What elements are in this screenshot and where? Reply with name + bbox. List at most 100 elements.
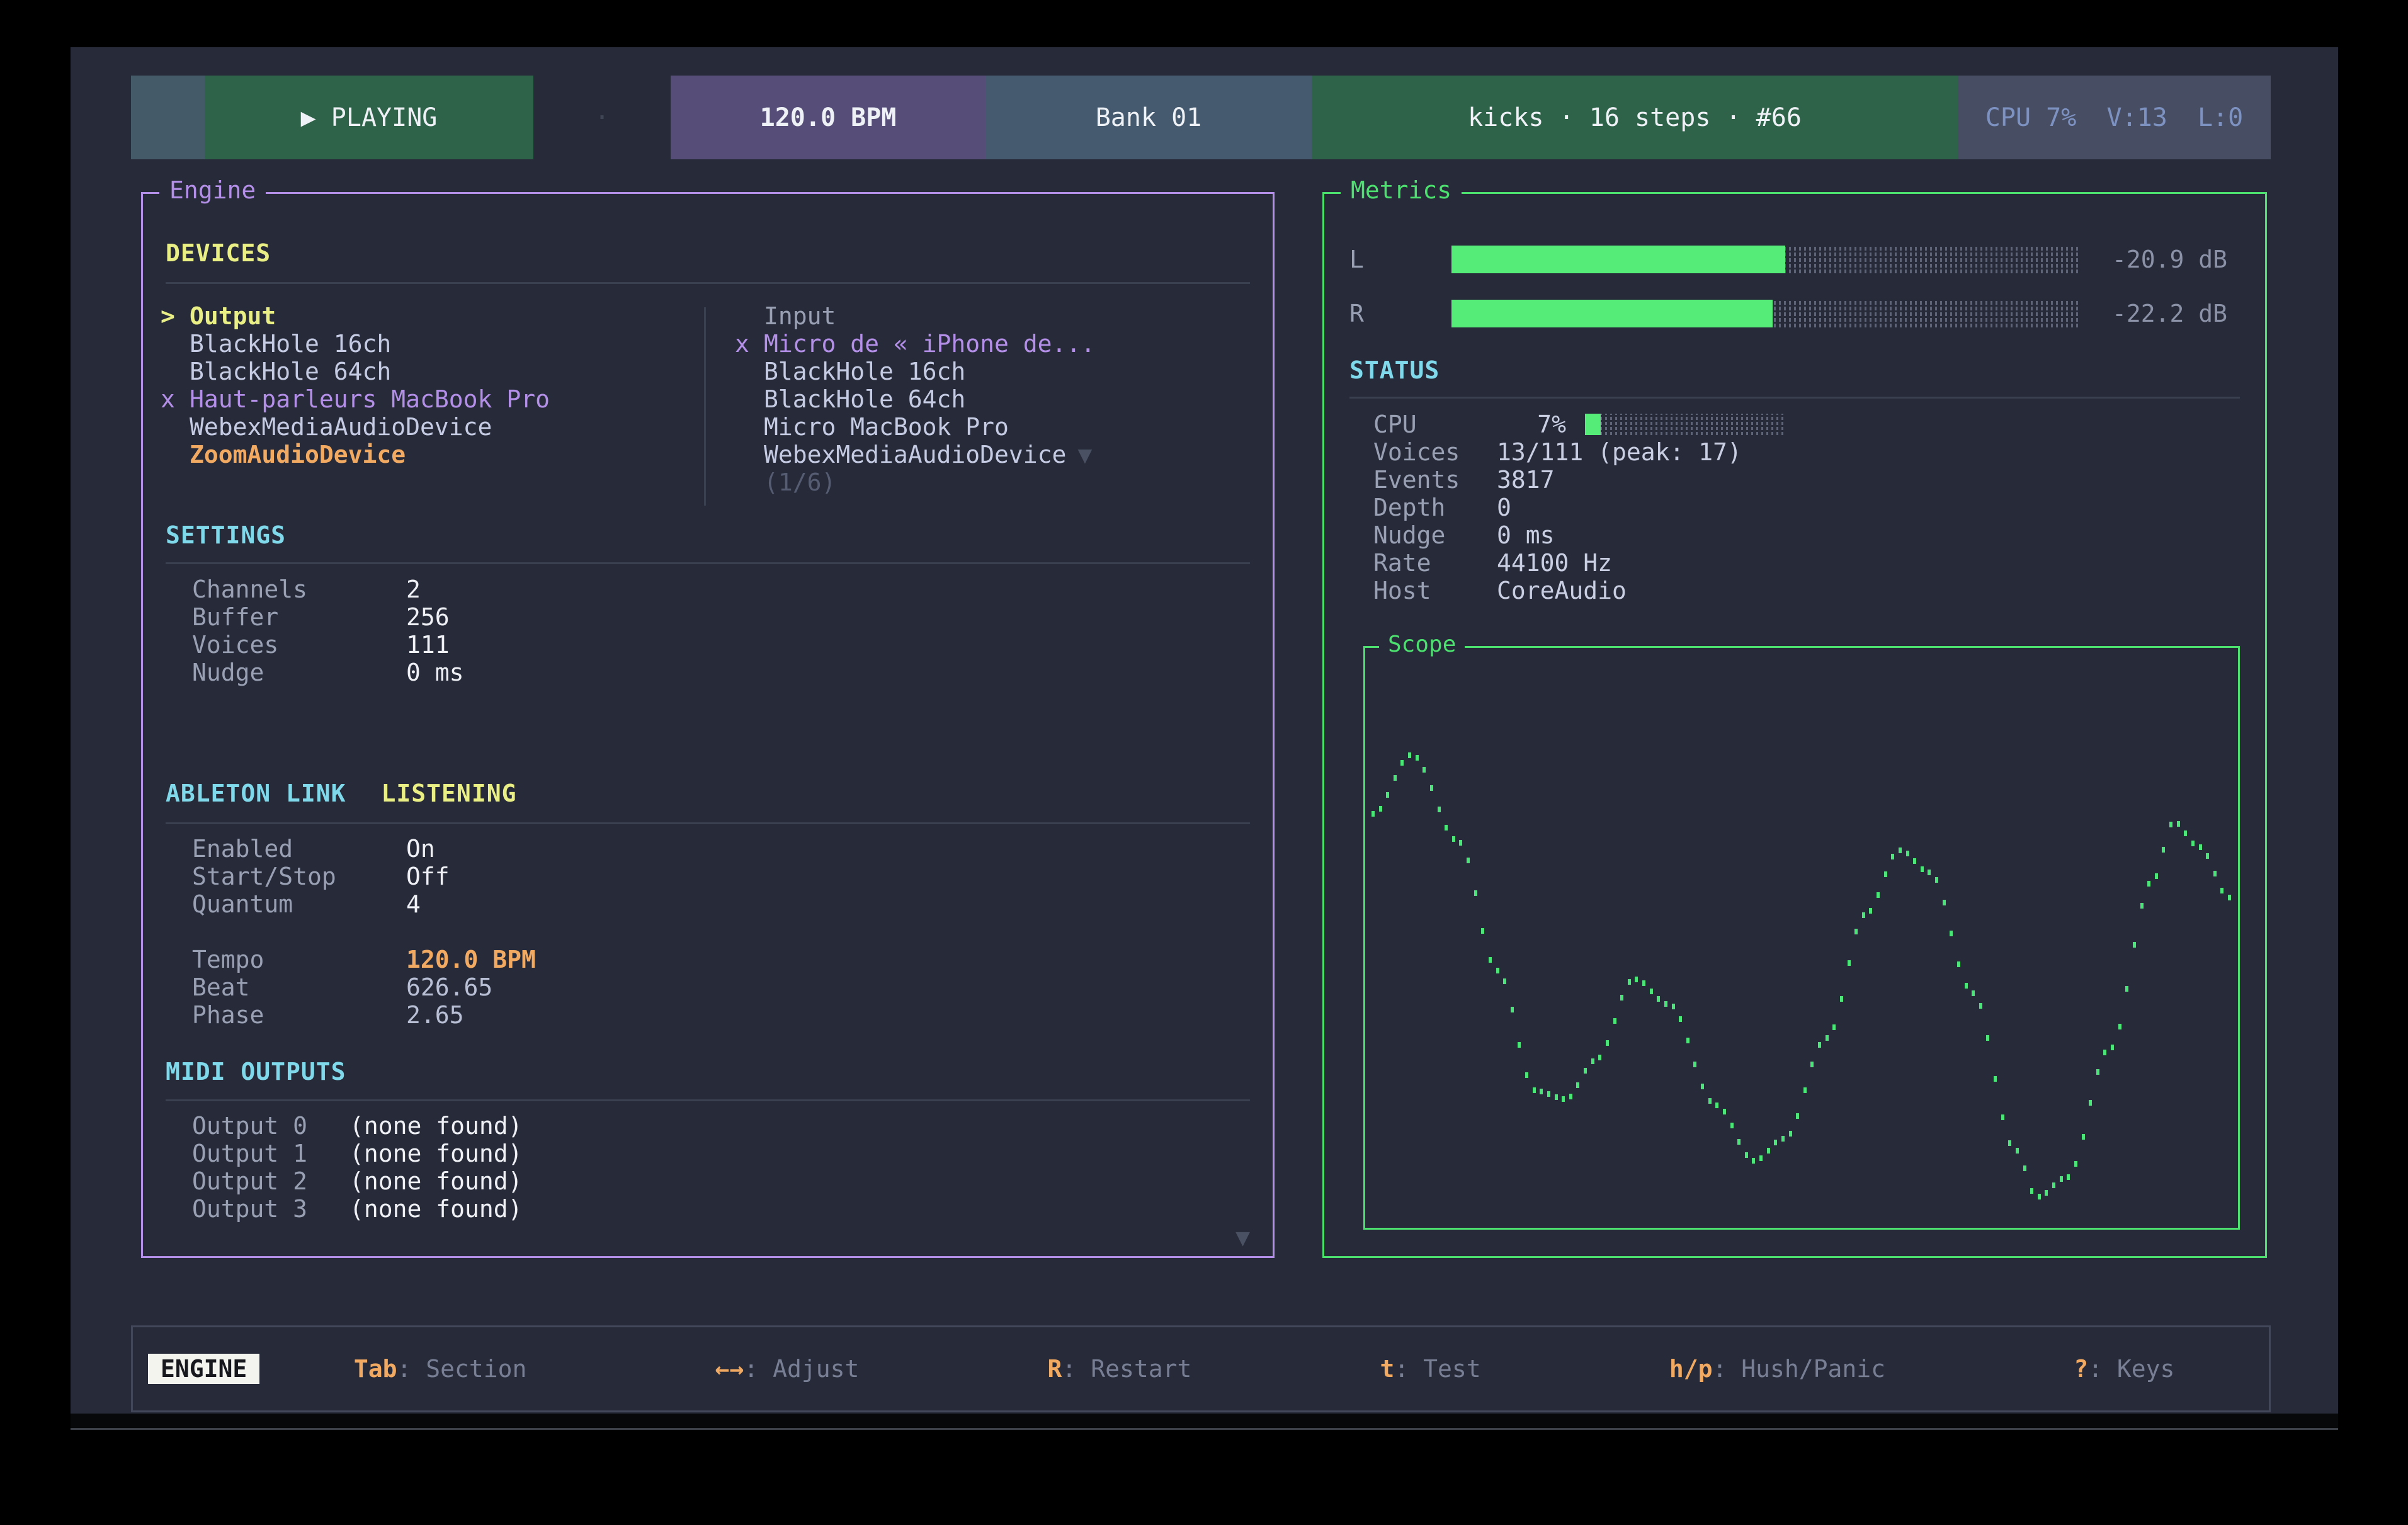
scope-dot bbox=[1635, 977, 1638, 982]
device-row[interactable]: WebexMediaAudioDevice bbox=[161, 413, 696, 441]
link-row[interactable]: Quantum4 bbox=[166, 890, 1250, 918]
link-row[interactable]: EnabledOn bbox=[166, 835, 1250, 863]
scope-dot bbox=[1891, 854, 1894, 859]
scope-dot bbox=[1935, 877, 1938, 883]
setting-value: 0 ms bbox=[406, 659, 464, 686]
scope-dot bbox=[1943, 900, 1946, 905]
scope-dot bbox=[2023, 1165, 2026, 1171]
phase-label: Phase bbox=[192, 1001, 406, 1029]
setting-row[interactable]: Channels2 bbox=[166, 575, 1250, 603]
scope-dot bbox=[2001, 1114, 2004, 1120]
pattern-display[interactable]: kicks · 16 steps · #66 bbox=[1312, 76, 1958, 159]
status-label: Voices bbox=[1373, 438, 1497, 466]
scope-dot bbox=[1767, 1148, 1770, 1154]
scope-dot bbox=[2030, 1188, 2033, 1194]
device-row[interactable]: WebexMediaAudioDevice▼ bbox=[735, 441, 1239, 468]
scope-dot bbox=[1459, 840, 1462, 846]
scope-dot bbox=[1789, 1131, 1792, 1137]
key-hint-test: t: Test bbox=[1380, 1355, 1481, 1383]
midi-port-label: Output 0 bbox=[192, 1112, 349, 1140]
action-label: Adjust bbox=[773, 1355, 859, 1383]
meter-fill bbox=[1451, 246, 1785, 273]
scope-dot bbox=[2140, 903, 2144, 909]
scope-dot bbox=[1752, 1158, 1755, 1164]
setting-row[interactable]: Buffer256 bbox=[166, 603, 1250, 631]
device-row[interactable]: BlackHole 16ch bbox=[735, 358, 1239, 385]
scope-dot bbox=[1489, 957, 1492, 963]
device-row[interactable]: BlackHole 64ch bbox=[161, 358, 696, 385]
device-row[interactable]: >Output bbox=[161, 302, 696, 330]
midi-output-row[interactable]: Output 1(none found) bbox=[166, 1140, 1250, 1167]
scroll-more-icon[interactable]: ▼ bbox=[1235, 1223, 1250, 1251]
meter-fill bbox=[1451, 300, 1773, 327]
status-heading: STATUS bbox=[1349, 356, 2242, 384]
midi-output-row[interactable]: Output 3(none found) bbox=[166, 1195, 1250, 1223]
scope-dot bbox=[1921, 866, 1924, 872]
tempo-row[interactable]: Tempo120.0 BPM bbox=[166, 946, 1250, 973]
divider bbox=[166, 822, 1250, 824]
status-value: 0 ms bbox=[1497, 521, 1555, 549]
bank-display[interactable]: Bank 01 bbox=[985, 76, 1312, 159]
device-label: WebexMediaAudioDevice bbox=[190, 413, 492, 441]
device-row[interactable]: Micro MacBook Pro bbox=[735, 413, 1239, 441]
scope-dot bbox=[1503, 978, 1506, 984]
midi-output-row[interactable]: Output 2(none found) bbox=[166, 1167, 1250, 1195]
status-row-cpu: CPU7% bbox=[1373, 411, 2242, 438]
scope-dot bbox=[1701, 1084, 1704, 1089]
status-rows: CPU7% Voices13/111 (peak: 17) Events3817… bbox=[1373, 411, 2242, 604]
status-label: Rate bbox=[1373, 549, 1497, 577]
scope-dot bbox=[1452, 836, 1455, 842]
device-row[interactable]: BlackHole 64ch bbox=[735, 385, 1239, 413]
status-row: Events3817 bbox=[1373, 466, 2242, 494]
midi-port-label: Output 3 bbox=[192, 1195, 349, 1223]
key-hints: Tab: Section ←→: Adjust R: Restart t: Te… bbox=[259, 1355, 2269, 1383]
device-row[interactable]: ZoomAudioDevice bbox=[161, 441, 696, 468]
device-page-indicator: (1/6) bbox=[735, 468, 1239, 496]
link-value: Off bbox=[406, 863, 450, 890]
scope-dot bbox=[1774, 1140, 1777, 1145]
action-label: Restart bbox=[1091, 1355, 1191, 1383]
scope-dot bbox=[1950, 931, 1953, 936]
status-value: 3817 bbox=[1497, 466, 1555, 494]
scope-dot bbox=[1672, 1004, 1675, 1009]
scope-dot bbox=[1965, 983, 1968, 989]
setting-row[interactable]: Nudge0 ms bbox=[166, 659, 1250, 686]
key-label: h/p bbox=[1669, 1355, 1713, 1383]
setting-row[interactable]: Voices111 bbox=[166, 631, 1250, 659]
transport-status[interactable]: ▶ PLAYING bbox=[205, 76, 533, 159]
scope-dot bbox=[1994, 1076, 1997, 1082]
setting-label: Buffer bbox=[192, 603, 406, 631]
scope-dot bbox=[2103, 1050, 2106, 1055]
dropdown-arrow-icon[interactable]: ▼ bbox=[1077, 441, 1092, 468]
key-label: R bbox=[1048, 1355, 1062, 1383]
ableton-link-heading-row: ABLETON LINKLISTENING bbox=[166, 780, 1250, 807]
selection-marker bbox=[161, 330, 190, 358]
key-label: t bbox=[1380, 1355, 1395, 1383]
scope-dot bbox=[1803, 1087, 1807, 1093]
scope-dot bbox=[1576, 1082, 1579, 1088]
scope-dot bbox=[2206, 853, 2209, 859]
selection-marker bbox=[161, 358, 190, 385]
selection-marker bbox=[735, 358, 764, 385]
meter-db-value: -20.9 dB bbox=[2112, 246, 2227, 273]
device-row[interactable]: xHaut-parleurs MacBook Pro bbox=[161, 385, 696, 413]
output-device-list: >Output BlackHole 16ch BlackHole 64ch xH… bbox=[161, 302, 696, 468]
midi-port-label: Output 2 bbox=[192, 1167, 349, 1195]
scope-dot bbox=[1884, 871, 1887, 877]
link-row[interactable]: Start/StopOff bbox=[166, 863, 1250, 890]
bpm-display[interactable]: 120.0 BPM bbox=[671, 76, 985, 159]
cpu-voices-stats: CPU 7% V:13 L:0 bbox=[1958, 76, 2271, 159]
scope-dot bbox=[1906, 851, 1909, 856]
link-label: Start/Stop bbox=[192, 863, 406, 890]
link-value: On bbox=[406, 835, 435, 863]
meter-channel-label: L bbox=[1349, 246, 1364, 273]
midi-output-row[interactable]: Output 0(none found) bbox=[166, 1112, 1250, 1140]
status-value: 13/111 (peak: 17) bbox=[1497, 438, 1742, 466]
scope-dot bbox=[1796, 1113, 1799, 1119]
device-label: BlackHole 64ch bbox=[764, 385, 965, 413]
divider bbox=[166, 282, 1250, 284]
device-row[interactable]: xMicro de « iPhone de... bbox=[735, 330, 1239, 358]
scope-dot bbox=[2155, 873, 2158, 879]
link-label: Quantum bbox=[192, 890, 406, 918]
device-row[interactable]: BlackHole 16ch bbox=[161, 330, 696, 358]
